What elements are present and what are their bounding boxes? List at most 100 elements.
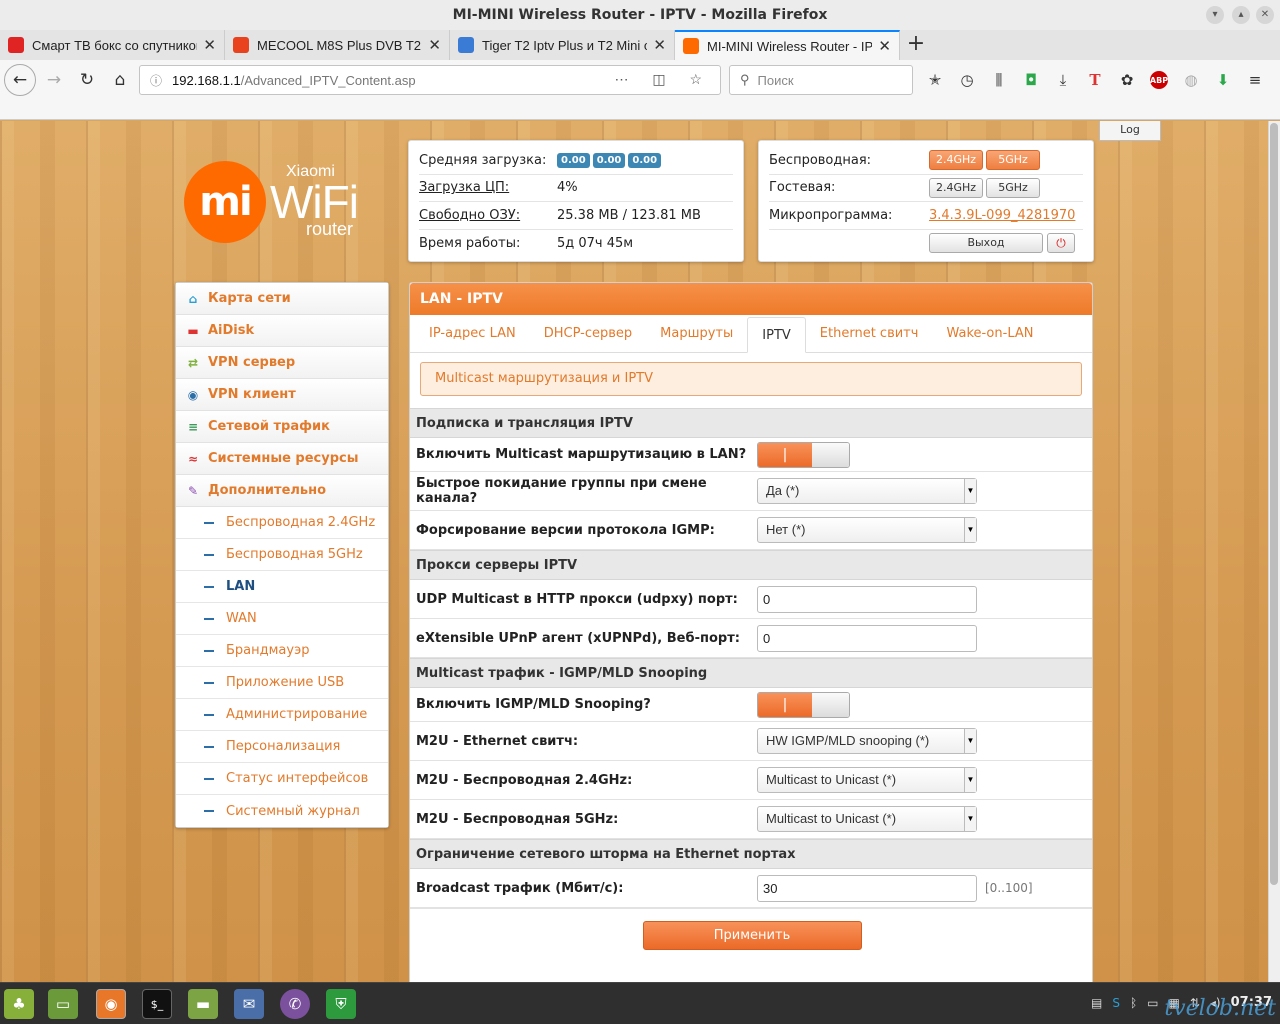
info-icon[interactable]: ⓘ — [150, 72, 162, 89]
tab-lan-ip[interactable]: IP-адрес LAN — [415, 316, 530, 352]
submenu-firewall[interactable]: Брандмауэр — [176, 635, 388, 667]
history-icon[interactable]: ◷ — [954, 67, 980, 93]
m2u-24ghz-select[interactable]: Multicast to Unicast (*) ▼ — [757, 767, 977, 793]
submenu-admin[interactable]: Администрирование — [176, 699, 388, 731]
log-button[interactable]: Log — [1099, 121, 1161, 141]
panel-title: LAN - IPTV — [410, 283, 1092, 315]
logout-button[interactable]: Выход — [929, 233, 1043, 254]
browser-tab-active[interactable]: MI-MINI Wireless Router - IPT ✕ — [675, 30, 900, 60]
bluetooth-icon[interactable]: ᛒ — [1130, 996, 1137, 1010]
show-desktop-icon[interactable]: ▭ — [48, 989, 78, 1019]
wireless-5ghz-button[interactable]: 5GHz — [986, 150, 1040, 171]
tab-routes[interactable]: Маршруты — [646, 316, 747, 352]
minimize-icon[interactable]: ▾ — [1206, 6, 1224, 24]
submenu-usb[interactable]: Приложение USB — [176, 667, 388, 699]
maximize-icon[interactable]: ▴ — [1232, 6, 1250, 24]
home-icon[interactable]: ⌂ — [105, 65, 135, 95]
submenu-lan[interactable]: LAN — [176, 571, 388, 603]
browser-toolbar-icons: ✭ ◷ ⫼ ◘ ⤓ T ✿ ABP ◍ ⬇ ≡ — [922, 67, 1268, 93]
search-input[interactable]: ⚲ Поиск — [729, 65, 913, 95]
browser-tab[interactable]: Смарт ТВ бокс со спутников ✕ — [0, 30, 225, 60]
viber-icon[interactable]: ✆ — [280, 989, 310, 1019]
download-manager-icon[interactable]: ⬇ — [1210, 67, 1236, 93]
library-icon[interactable]: ⫼ — [986, 67, 1012, 93]
back-icon[interactable]: ← — [4, 64, 36, 96]
browser-tab[interactable]: Tiger T2 Iptv Plus и T2 Mini of ✕ — [450, 30, 675, 60]
fast-leave-select[interactable]: Да (*) ▼ — [757, 478, 977, 504]
close-window-icon[interactable]: ✕ — [1256, 6, 1274, 24]
wireless-24ghz-button[interactable]: 2.4GHz — [929, 150, 983, 171]
form-row: UDP Multicast в HTTP прокси (udpxy) порт… — [410, 580, 1092, 619]
mint-menu-icon[interactable]: ♣ — [4, 989, 34, 1019]
disk-icon: ▬ — [187, 323, 199, 338]
youtube-icon — [8, 37, 24, 53]
globe-extension-icon[interactable]: ◍ — [1178, 67, 1204, 93]
skype-icon[interactable]: S — [1112, 996, 1120, 1010]
field-label: Включить Multicast маршрутизацию в LAN? — [416, 447, 747, 462]
new-tab-icon[interactable]: + — [900, 30, 932, 60]
menu-item-resources[interactable]: ≈ Системные ресурсы — [176, 443, 388, 475]
mail-icon[interactable]: ✉ — [234, 989, 264, 1019]
menu-item-vpn-client[interactable]: ◉ VPN клиент — [176, 379, 388, 411]
menu-item-traffic[interactable]: ≡ Сетевой трафик — [176, 411, 388, 443]
tab-dhcp[interactable]: DHCP-сервер — [530, 316, 646, 352]
adblock-icon[interactable]: ABP — [1150, 71, 1168, 89]
firmware-link[interactable]: 3.4.3.9L-099_4281970 — [929, 208, 1075, 223]
submenu-wireless-24[interactable]: Беспроводная 2.4GHz — [176, 507, 388, 539]
menu-item-vpn-server[interactable]: ⇄ VPN сервер — [176, 347, 388, 379]
cpu-link[interactable]: Загрузка ЦП: — [419, 180, 557, 195]
shield-icon[interactable]: ⛨ — [326, 989, 356, 1019]
radio-icon[interactable]: ▤ — [1091, 996, 1102, 1010]
udpxy-port-input[interactable]: 0 — [757, 585, 977, 613]
reload-icon[interactable]: ↻ — [72, 65, 102, 95]
terminal-icon[interactable]: $_ — [142, 989, 172, 1019]
tab-iptv[interactable]: IPTV — [747, 317, 806, 353]
igmp-version-select[interactable]: Нет (*) ▼ — [757, 517, 977, 543]
menu-item-aidisk[interactable]: ▬ AiDisk — [176, 315, 388, 347]
close-tab-icon[interactable]: ✕ — [203, 36, 216, 54]
menu-item-label: Карта сети — [208, 291, 291, 306]
m2u-ethernet-select[interactable]: HW IGMP/MLD snooping (*) ▼ — [757, 728, 977, 754]
multicast-routing-toggle[interactable]: | — [757, 441, 850, 468]
close-tab-icon[interactable]: ✕ — [653, 36, 666, 54]
menu-item-network-map[interactable]: ⌂ Карта сети — [176, 283, 388, 315]
browser-tab[interactable]: MECOOL M8S Plus DVB T2 / T ✕ — [225, 30, 450, 60]
apply-button[interactable]: Применить — [642, 921, 862, 950]
keyboard-layout-icon[interactable]: ▭ — [1147, 996, 1158, 1010]
dropdown-arrow-icon: ▼ — [964, 479, 976, 503]
page-actions-icon[interactable]: ⋯ ◫ ☆ — [614, 71, 712, 88]
toolbar-separator — [0, 100, 1280, 120]
m2u-5ghz-select[interactable]: Multicast to Unicast (*) ▼ — [757, 806, 977, 832]
xupnpd-port-input[interactable]: 0 — [757, 624, 977, 652]
submenu-wan[interactable]: WAN — [176, 603, 388, 635]
forward-icon[interactable]: → — [39, 65, 69, 95]
scrollbar-thumb[interactable] — [1270, 123, 1278, 885]
menu-item-advanced[interactable]: ✎ Дополнительно — [176, 475, 388, 507]
firefox-icon[interactable]: ◉ — [96, 989, 126, 1019]
files-icon[interactable]: ▬ — [188, 989, 218, 1019]
menu-icon[interactable]: ≡ — [1242, 67, 1268, 93]
ram-link[interactable]: Свободно ОЗУ: — [419, 208, 557, 223]
load-badge: 0.00 — [628, 152, 662, 168]
submenu-interface-status[interactable]: Статус интерфейсов — [176, 763, 388, 795]
download-icon[interactable]: ⤓ — [1050, 67, 1076, 93]
broadcast-limit-input[interactable]: 30 — [757, 874, 977, 902]
close-tab-icon[interactable]: ✕ — [428, 36, 441, 54]
lock-extension-icon[interactable]: ◘ — [1018, 67, 1044, 93]
load-badge: 0.00 — [557, 152, 590, 168]
close-tab-icon[interactable]: ✕ — [878, 37, 891, 55]
power-icon[interactable]: ⏻ — [1047, 233, 1075, 254]
bookmark-star-icon[interactable]: ✭ — [922, 67, 948, 93]
window-titlebar: MI-MINI Wireless Router - IPTV - Mozilla… — [0, 0, 1280, 30]
submenu-wireless-5[interactable]: Беспроводная 5GHz — [176, 539, 388, 571]
translate-t-icon[interactable]: T — [1082, 67, 1108, 93]
guest-5ghz-button[interactable]: 5GHz — [986, 177, 1040, 198]
submenu-syslog[interactable]: Системный журнал — [176, 795, 388, 827]
igmp-snooping-toggle[interactable]: | — [757, 691, 850, 718]
extension-icon[interactable]: ✿ — [1114, 67, 1140, 93]
tab-wake-on-lan[interactable]: Wake-on-LAN — [932, 316, 1047, 352]
tab-ethernet-switch[interactable]: Ethernet свитч — [806, 316, 933, 352]
guest-24ghz-button[interactable]: 2.4GHz — [929, 177, 983, 198]
url-bar[interactable]: ⓘ 192.168.1.1/Advanced_IPTV_Content.asp … — [139, 65, 721, 95]
submenu-personalization[interactable]: Персонализация — [176, 731, 388, 763]
